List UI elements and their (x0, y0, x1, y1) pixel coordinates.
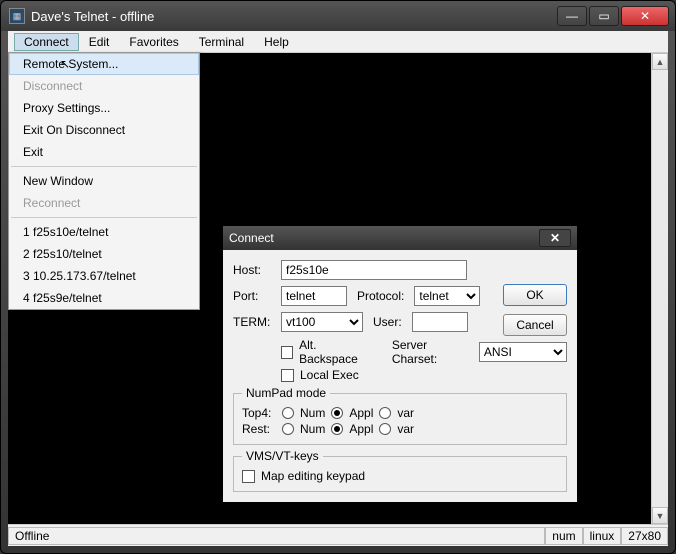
protocol-label: Protocol: (357, 289, 404, 303)
menu-separator (11, 166, 197, 167)
charset-select[interactable]: ANSI (479, 342, 567, 362)
vms-fieldset: VMS/VT-keys Map editing keypad (233, 449, 567, 492)
vms-legend: VMS/VT-keys (242, 449, 323, 463)
status-cell: Offline (8, 527, 545, 545)
numpad-top4-var-radio[interactable] (379, 407, 391, 419)
dialog-titlebar[interactable]: Connect ✕ (223, 226, 577, 250)
close-icon: ✕ (550, 231, 560, 245)
maximize-button[interactable]: ▭ (589, 6, 619, 26)
dialog-title: Connect (229, 231, 539, 245)
menu-item-recent-2[interactable]: 2 f25s10/telnet (9, 243, 199, 265)
cursor-icon: ↖ (60, 57, 70, 71)
user-label: User: (373, 315, 402, 329)
menu-terminal[interactable]: Terminal (189, 33, 254, 51)
ok-button[interactable]: OK (503, 284, 567, 306)
connect-menu-dropdown: Remote System... ↖ Disconnect Proxy Sett… (8, 52, 200, 310)
menu-item-recent-3[interactable]: 3 10.25.173.67/telnet (9, 265, 199, 287)
cancel-button[interactable]: Cancel (503, 314, 567, 336)
numpad-rest-var-radio[interactable] (379, 423, 391, 435)
term-label: TERM: (233, 315, 275, 329)
statusbar: Offline num linux 27x80 (8, 524, 668, 546)
titlebar[interactable]: ▦ Dave's Telnet - offline — ▭ ✕ (1, 1, 675, 31)
menu-edit[interactable]: Edit (79, 33, 120, 51)
host-label: Host: (233, 263, 275, 277)
host-input[interactable] (281, 260, 467, 280)
port-input[interactable] (281, 286, 347, 306)
scrollbar-track[interactable] (652, 70, 668, 507)
map-editing-keypad-label: Map editing keypad (261, 469, 365, 483)
charset-label: Server Charset: (392, 338, 469, 366)
numpad-rest-appl-radio[interactable] (331, 423, 343, 435)
numlock-cell: num (545, 527, 582, 545)
port-label: Port: (233, 289, 275, 303)
local-exec-label: Local Exec (300, 368, 359, 382)
menu-help[interactable]: Help (254, 33, 299, 51)
menu-item-recent-1[interactable]: 1 f25s10e/telnet (9, 221, 199, 243)
dialog-close-button[interactable]: ✕ (539, 229, 571, 247)
numpad-rest-num-radio[interactable] (282, 423, 294, 435)
numpad-rest-label: Rest: (242, 422, 276, 436)
numpad-top4-appl-radio[interactable] (331, 407, 343, 419)
alt-backspace-label: Alt. Backspace (299, 338, 372, 366)
menu-item-proxy-settings[interactable]: Proxy Settings... (9, 97, 199, 119)
minimize-button[interactable]: — (557, 6, 587, 26)
connect-dialog: Connect ✕ OK Cancel Host: Port: Protocol… (222, 225, 578, 503)
menu-item-recent-4[interactable]: 4 f25s9e/telnet (9, 287, 199, 309)
numpad-legend: NumPad mode (242, 386, 330, 400)
term-select[interactable]: vt100 (281, 312, 363, 332)
menubar: Connect Edit Favorites Terminal Help (8, 31, 668, 53)
menu-item-remote-system[interactable]: Remote System... ↖ (9, 53, 199, 75)
protocol-select[interactable]: telnet (414, 286, 480, 306)
menu-item-disconnect: Disconnect (9, 75, 199, 97)
menu-separator (11, 217, 197, 218)
map-editing-keypad-checkbox[interactable] (242, 470, 255, 483)
alt-backspace-checkbox[interactable] (281, 346, 293, 359)
scroll-down-arrow-icon[interactable]: ▼ (652, 507, 668, 524)
vertical-scrollbar[interactable]: ▲ ▼ (651, 53, 668, 524)
menu-item-exit[interactable]: Exit (9, 141, 199, 163)
menu-item-new-window[interactable]: New Window (9, 170, 199, 192)
user-input[interactable] (412, 312, 468, 332)
numpad-top4-num-radio[interactable] (282, 407, 294, 419)
local-exec-checkbox[interactable] (281, 369, 294, 382)
termtype-cell: linux (583, 527, 622, 545)
numpad-top4-label: Top4: (242, 406, 276, 420)
menu-item-reconnect: Reconnect (9, 192, 199, 214)
numpad-fieldset: NumPad mode Top4: Num Appl var Rest: Num… (233, 386, 567, 445)
app-icon: ▦ (9, 8, 25, 24)
size-cell: 27x80 (621, 527, 668, 545)
window-title: Dave's Telnet - offline (31, 9, 555, 24)
menu-item-exit-on-disconnect[interactable]: Exit On Disconnect (9, 119, 199, 141)
close-button[interactable]: ✕ (621, 6, 669, 26)
menu-favorites[interactable]: Favorites (119, 33, 188, 51)
scroll-up-arrow-icon[interactable]: ▲ (652, 53, 668, 70)
menu-connect[interactable]: Connect (14, 33, 79, 51)
